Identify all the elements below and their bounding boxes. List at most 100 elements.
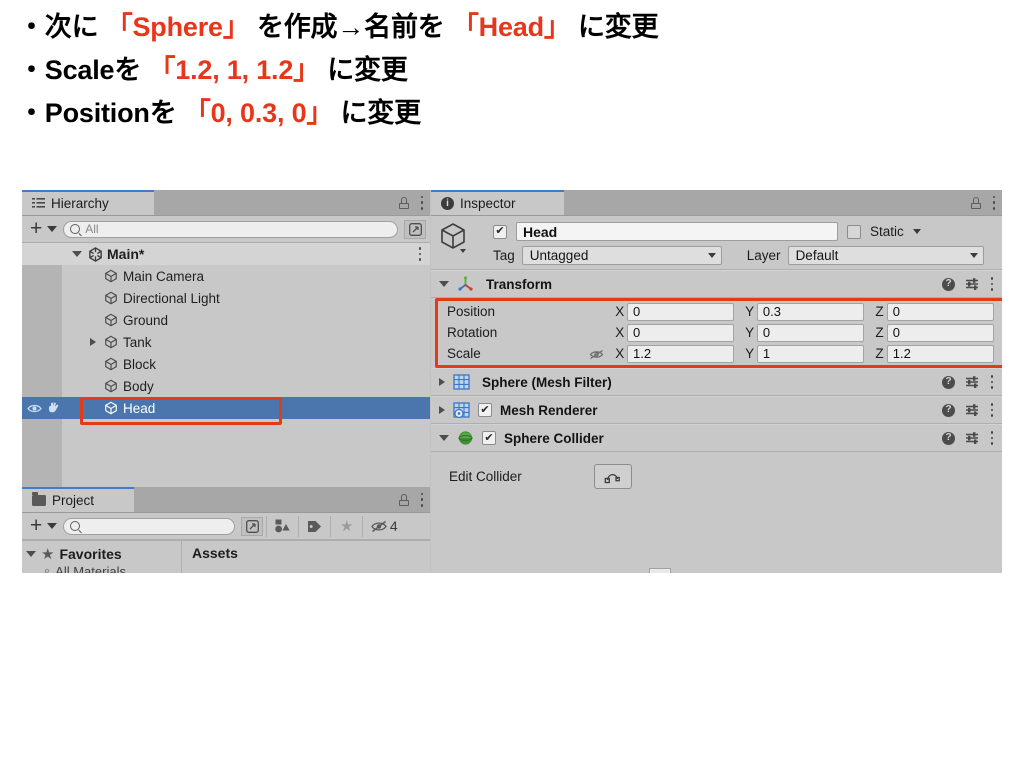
- chevron-right-icon[interactable]: [439, 406, 445, 414]
- tag-value: Untagged: [529, 248, 589, 263]
- project-filter-label-button[interactable]: [298, 515, 330, 537]
- chevron-down-icon[interactable]: [26, 551, 36, 557]
- hierarchy-item-label: Body: [123, 378, 154, 394]
- project-assets-column[interactable]: Assets: [182, 541, 430, 573]
- transform-fields: Position X 0 Y 0.3 Z 0 Rotation X 0 Y 0 Z 0 Scale X 1.2…: [431, 298, 1002, 368]
- help-icon[interactable]: ?: [942, 277, 955, 291]
- kebab-menu-icon[interactable]: [990, 277, 994, 291]
- hierarchy-item-head[interactable]: Head: [22, 397, 430, 425]
- preset-icon[interactable]: [965, 431, 980, 445]
- hierarchy-search-input[interactable]: All: [63, 220, 398, 238]
- tab-hierarchy[interactable]: Hierarchy: [22, 190, 154, 215]
- transform-position-x-input[interactable]: 0: [627, 302, 735, 321]
- help-icon[interactable]: ?: [942, 403, 955, 417]
- transform-position-y-input[interactable]: 0.3: [756, 302, 865, 321]
- project-add-dropdown-icon[interactable]: [47, 523, 58, 529]
- chevron-down-icon: [707, 253, 716, 258]
- transform-scale-y-input[interactable]: 1: [756, 344, 865, 363]
- hierarchy-item-label: Directional Light: [123, 290, 220, 306]
- hierarchy-item-directional-light[interactable]: Directional Light: [22, 287, 430, 309]
- lock-icon[interactable]: [971, 196, 981, 209]
- hand-pick-icon[interactable]: [47, 401, 60, 417]
- preset-icon[interactable]: [965, 403, 980, 417]
- preset-icon[interactable]: [965, 375, 980, 389]
- bullet-2-run-0: ・Scaleを: [18, 55, 149, 85]
- eye-icon[interactable]: [27, 402, 42, 417]
- chevron-right-icon[interactable]: [90, 338, 96, 346]
- project-hidden-count-button[interactable]: 4: [362, 515, 405, 537]
- transform-rotation-y-input[interactable]: 0: [756, 323, 865, 342]
- bullet-line-2: ・Scaleを 「1.2, 1, 1.2」 に変更: [18, 57, 998, 84]
- bullet-1-run-4: に変更: [570, 12, 659, 42]
- component-enabled-checkbox[interactable]: ✔: [478, 403, 492, 417]
- project-add-button[interactable]: +: [26, 515, 44, 538]
- hierarchy-expand-button[interactable]: [404, 219, 426, 239]
- component-header-mesh-renderer[interactable]: ✔ Mesh Renderer?: [431, 396, 1002, 424]
- bullet-3-run-1: 「0, 0.3, 0」: [183, 98, 334, 128]
- object-name-field[interactable]: Head: [516, 222, 838, 241]
- kebab-menu-icon[interactable]: [990, 375, 994, 389]
- project-tree-column[interactable]: ★ Favorites ⌕ All Materials: [22, 541, 182, 573]
- tab-project[interactable]: Project: [22, 487, 134, 512]
- hierarchy-item-block[interactable]: Block: [22, 353, 430, 375]
- help-icon[interactable]: ?: [942, 431, 955, 445]
- transform-row-rotation: Rotation X 0 Y 0 Z 0: [431, 322, 1002, 343]
- project-expand-button[interactable]: [241, 516, 264, 536]
- transform-position-z-input[interactable]: 0: [886, 302, 994, 321]
- kebab-menu-icon[interactable]: [990, 403, 994, 417]
- tab-inspector[interactable]: i Inspector: [431, 190, 564, 215]
- collider-edit-icon: [604, 473, 620, 484]
- unlinked-scale-icon[interactable]: [589, 348, 605, 364]
- transform-rotation-z-input[interactable]: 0: [886, 323, 994, 342]
- component-header-sphere-mesh-filter[interactable]: Sphere (Mesh Filter)?: [431, 368, 1002, 396]
- hierarchy-item-main-camera[interactable]: Main Camera: [22, 265, 430, 287]
- chevron-right-icon[interactable]: [439, 378, 445, 386]
- transform-header-actions: ?: [942, 271, 994, 297]
- help-icon[interactable]: ?: [942, 375, 955, 389]
- chevron-down-icon[interactable]: [439, 435, 449, 441]
- edit-collider-button[interactable]: [594, 463, 632, 489]
- kebab-menu-icon[interactable]: [990, 431, 994, 445]
- bullet-1-run-3: 「Head」: [451, 12, 571, 42]
- project-search-input[interactable]: [63, 517, 236, 535]
- component-header-sphere-collider[interactable]: ✔ Sphere Collider?: [431, 424, 1002, 452]
- hierarchy-tree[interactable]: Main* Main Camera Directional Light Grou…: [22, 243, 430, 489]
- hierarchy-scene-kebab-icon[interactable]: [418, 247, 422, 261]
- project-filter-type-button[interactable]: [266, 515, 298, 537]
- chevron-down-icon[interactable]: [439, 281, 449, 287]
- hierarchy-add-button[interactable]: +: [26, 218, 44, 241]
- tag-dropdown[interactable]: Untagged: [521, 246, 722, 265]
- project-filter-favorite-button[interactable]: ★: [330, 515, 362, 537]
- lock-icon[interactable]: [399, 493, 409, 506]
- project-tabbar-actions: [399, 487, 424, 512]
- hierarchy-item-body[interactable]: Body: [22, 375, 430, 397]
- kebab-menu-icon[interactable]: [420, 195, 424, 210]
- chevron-down-icon[interactable]: [72, 251, 82, 257]
- transform-scale-z-input[interactable]: 1.2: [886, 344, 994, 363]
- kebab-menu-icon[interactable]: [420, 492, 424, 507]
- lock-icon[interactable]: [399, 196, 409, 209]
- project-favorites-child-label: All Materials: [55, 564, 126, 573]
- project-favorites-row[interactable]: ★ Favorites: [26, 544, 181, 564]
- object-enabled-checkbox[interactable]: ✔: [493, 224, 507, 239]
- static-dropdown-icon[interactable]: [912, 229, 921, 234]
- hierarchy-scene-row[interactable]: Main*: [22, 243, 430, 265]
- component-enabled-checkbox[interactable]: ✔: [482, 431, 496, 445]
- axis-label-y: Y: [745, 325, 755, 340]
- transform-component-header[interactable]: Transform ?: [431, 270, 1002, 298]
- static-checkbox[interactable]: [847, 224, 861, 239]
- layer-dropdown[interactable]: Default: [787, 246, 984, 265]
- hierarchy-item-ground[interactable]: Ground: [22, 309, 430, 331]
- hierarchy-item-tank[interactable]: Tank: [22, 331, 430, 353]
- transform-scale-x-input[interactable]: 1.2: [627, 344, 735, 363]
- kebab-menu-icon[interactable]: [992, 195, 996, 210]
- preset-icon[interactable]: [965, 277, 980, 291]
- project-favorites-child-row[interactable]: ⌕ All Materials: [26, 564, 181, 573]
- bullet-line-1: ・次に 「Sphere」 を作成→名前を 「Head」 に変更: [18, 14, 998, 41]
- hierarchy-add-dropdown-icon[interactable]: [47, 226, 58, 232]
- transform-rotation-x-input[interactable]: 0: [627, 323, 735, 342]
- project-filter-buttons: ★ 4: [266, 515, 405, 537]
- component-title: Sphere (Mesh Filter): [482, 374, 612, 390]
- object-cube-icon[interactable]: [439, 222, 469, 257]
- transform-gizmo-icon: [458, 276, 473, 291]
